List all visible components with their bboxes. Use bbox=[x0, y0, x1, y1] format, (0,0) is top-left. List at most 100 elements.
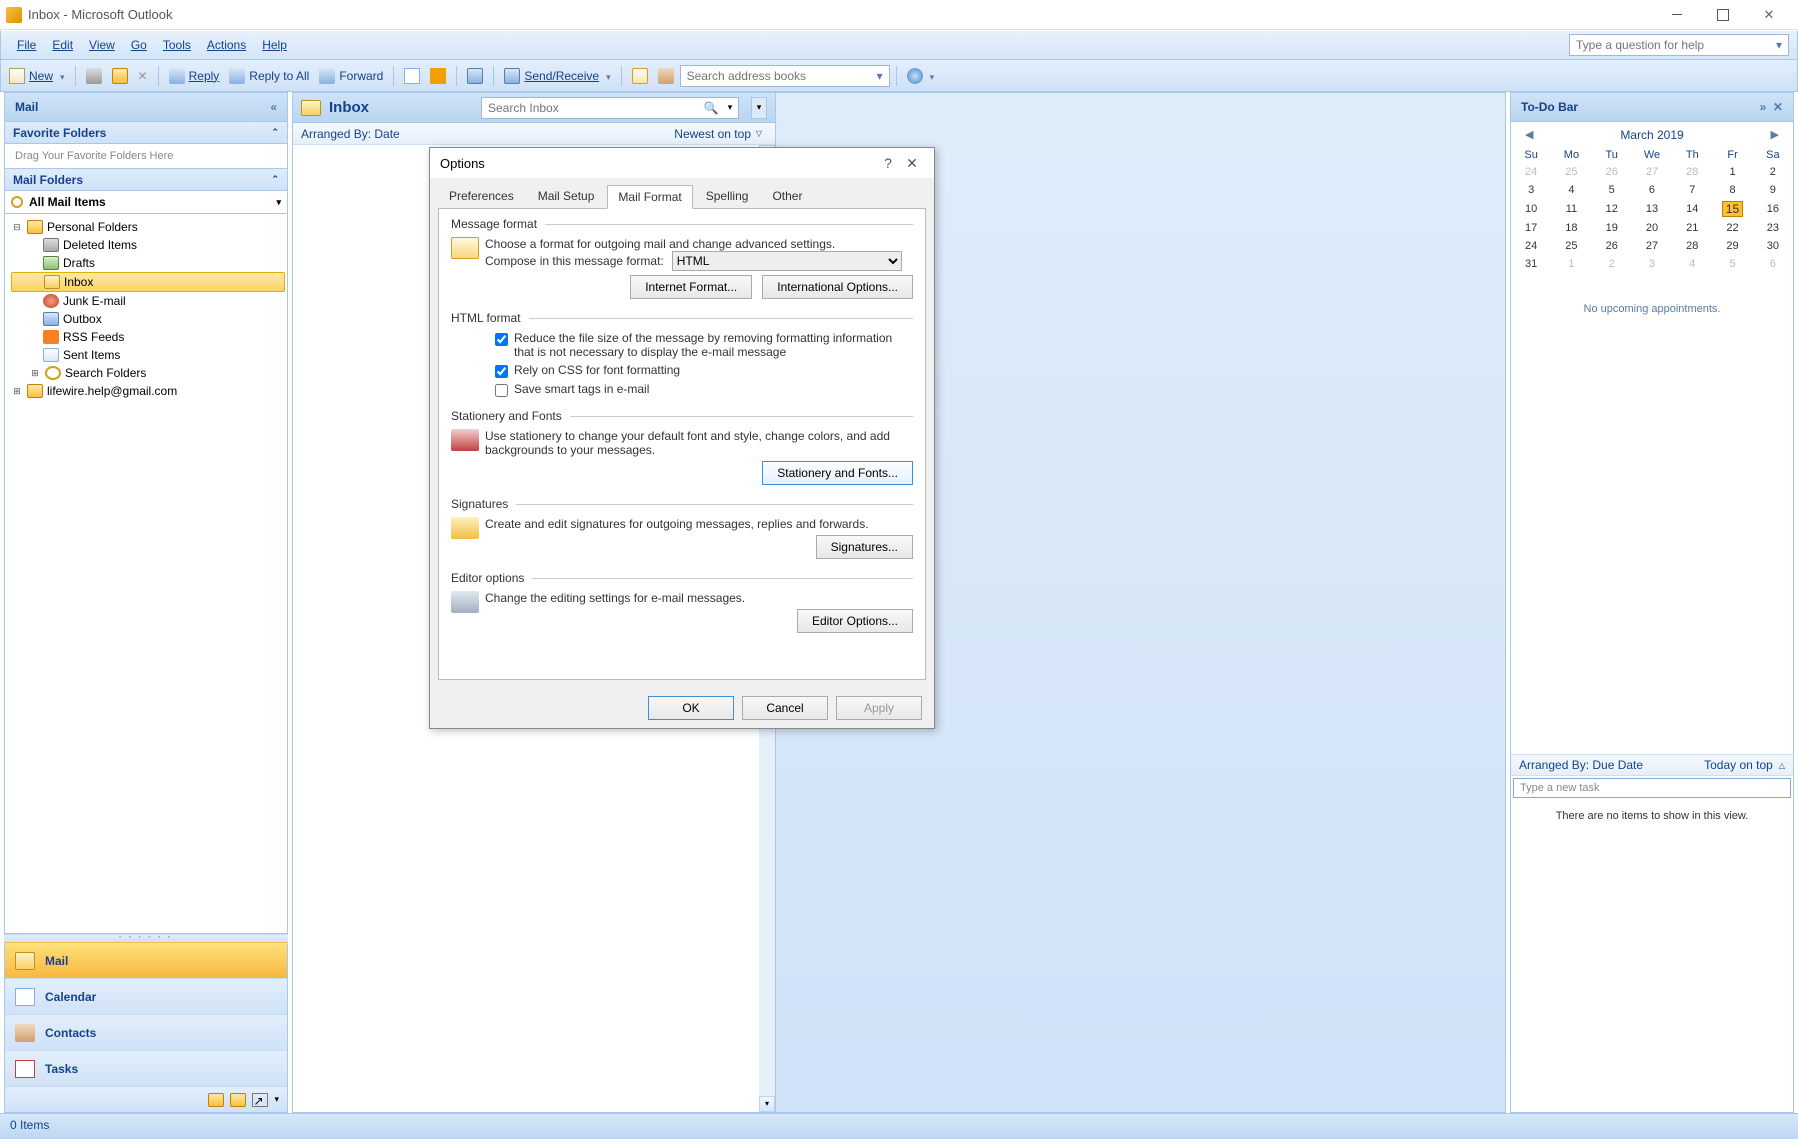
sort-arrow-icon[interactable]: △ bbox=[1779, 761, 1785, 770]
forward-button[interactable]: Forward bbox=[315, 66, 387, 86]
notes-icon[interactable] bbox=[208, 1093, 224, 1107]
tab-mail-setup[interactable]: Mail Setup bbox=[527, 184, 606, 208]
calendar-day[interactable]: 14 bbox=[1672, 199, 1712, 219]
calendar-day[interactable]: 18 bbox=[1551, 219, 1591, 237]
calendar-day[interactable]: 29 bbox=[1712, 237, 1752, 255]
chevron-left-icon[interactable]: « bbox=[270, 100, 277, 114]
dialog-help-icon[interactable]: ? bbox=[876, 155, 900, 171]
calendar-day[interactable]: 17 bbox=[1511, 219, 1551, 237]
task-arrange-bar[interactable]: Arranged By: Due Date Today on top △ bbox=[1511, 754, 1793, 776]
chevron-up-icon[interactable]: ⌃ bbox=[271, 174, 279, 185]
calendar-day[interactable]: 7 bbox=[1672, 181, 1712, 199]
new-button[interactable]: New bbox=[5, 66, 69, 86]
chevron-up-icon[interactable]: ⌃ bbox=[271, 127, 279, 138]
calendar-day[interactable]: 4 bbox=[1551, 181, 1591, 199]
chevron-down-icon[interactable]: ▾ bbox=[722, 102, 738, 113]
calendar-day[interactable]: 5 bbox=[1592, 181, 1632, 199]
tab-preferences[interactable]: Preferences bbox=[438, 184, 525, 208]
nav-mail-button[interactable]: Mail bbox=[5, 942, 287, 978]
calendar-day[interactable]: 3 bbox=[1511, 181, 1551, 199]
calendar-day[interactable]: 23 bbox=[1753, 219, 1793, 237]
scroll-down-icon[interactable]: ▾ bbox=[759, 1096, 775, 1112]
minimize-button[interactable] bbox=[1654, 1, 1700, 29]
nav-calendar-button[interactable]: Calendar bbox=[5, 978, 287, 1014]
calendar-day[interactable]: 2 bbox=[1592, 255, 1632, 273]
calendar-day[interactable]: 27 bbox=[1632, 163, 1672, 181]
smart-tags-checkbox[interactable] bbox=[495, 384, 508, 397]
print-button[interactable] bbox=[82, 66, 106, 86]
address-book-search[interactable]: ▾ bbox=[680, 65, 890, 87]
compose-format-select[interactable]: HTML bbox=[672, 251, 902, 271]
tree-sent[interactable]: Sent Items bbox=[11, 346, 285, 364]
tree-personal-folders[interactable]: ⊟Personal Folders bbox=[11, 218, 285, 236]
calendar-grid[interactable]: SuMoTuWeThFrSa 2425262728123456789101112… bbox=[1511, 147, 1793, 273]
calendar-day[interactable]: 24 bbox=[1511, 237, 1551, 255]
help-search-input[interactable] bbox=[1570, 38, 1770, 52]
calendar-day[interactable]: 26 bbox=[1592, 163, 1632, 181]
inbox-search-input[interactable] bbox=[482, 101, 700, 115]
calendar-day[interactable]: 11 bbox=[1551, 199, 1591, 219]
tree-deleted-items[interactable]: Deleted Items bbox=[11, 236, 285, 254]
sort-order-label[interactable]: Newest on top bbox=[674, 127, 751, 141]
calendar-day[interactable]: 31 bbox=[1511, 255, 1551, 273]
calendar-day[interactable]: 10 bbox=[1511, 199, 1551, 219]
tab-spelling[interactable]: Spelling bbox=[695, 184, 760, 208]
calendar-day[interactable]: 13 bbox=[1632, 199, 1672, 219]
splitter-grip[interactable]: • • • • • • bbox=[4, 934, 288, 942]
menu-file[interactable]: File bbox=[9, 34, 44, 56]
calendar-day[interactable]: 12 bbox=[1592, 199, 1632, 219]
tree-gmail[interactable]: ⊞lifewire.help@gmail.com bbox=[11, 382, 285, 400]
chevron-right-icon[interactable]: » ✕ bbox=[1760, 100, 1783, 114]
calendar-day[interactable]: 2 bbox=[1753, 163, 1793, 181]
prev-month-icon[interactable]: ◀ bbox=[1521, 126, 1537, 143]
address-book-search-input[interactable] bbox=[681, 69, 871, 83]
maximize-button[interactable] bbox=[1700, 1, 1746, 29]
chevron-down-icon[interactable]: ▾ bbox=[871, 69, 889, 83]
move-button[interactable] bbox=[108, 66, 132, 86]
tree-inbox[interactable]: Inbox bbox=[11, 272, 285, 292]
calendar-day[interactable]: 5 bbox=[1712, 255, 1752, 273]
nav-contacts-button[interactable]: Contacts bbox=[5, 1014, 287, 1050]
calendar-day[interactable]: 25 bbox=[1551, 237, 1591, 255]
all-mail-items[interactable]: All Mail Items ▾ bbox=[5, 191, 287, 213]
signatures-button[interactable]: Signatures... bbox=[816, 535, 913, 559]
apply-button[interactable]: Apply bbox=[836, 696, 922, 720]
chevron-down-icon[interactable]: ▾ bbox=[276, 197, 281, 208]
inbox-search[interactable]: 🔍 ▾ bbox=[481, 97, 739, 119]
calendar-day[interactable]: 22 bbox=[1712, 219, 1752, 237]
cancel-button[interactable]: Cancel bbox=[742, 696, 828, 720]
configure-buttons[interactable]: ▾ bbox=[274, 1094, 279, 1105]
followup-button[interactable] bbox=[426, 66, 450, 86]
tree-search-folders[interactable]: ⊞Search Folders bbox=[11, 364, 285, 382]
reply-button[interactable]: Reply bbox=[165, 66, 224, 86]
categorize-button[interactable] bbox=[400, 66, 424, 86]
dialog-title-bar[interactable]: Options ? ✕ bbox=[430, 148, 934, 178]
menu-go[interactable]: Go bbox=[123, 34, 155, 56]
tree-drafts[interactable]: Drafts bbox=[11, 254, 285, 272]
find-button[interactable] bbox=[463, 66, 487, 86]
send-receive-button[interactable]: Send/Receive bbox=[500, 66, 614, 86]
tree-rss[interactable]: RSS Feeds bbox=[11, 328, 285, 346]
calendar-day[interactable]: 27 bbox=[1632, 237, 1672, 255]
calendar-day[interactable]: 20 bbox=[1632, 219, 1672, 237]
calendar-day[interactable]: 15 bbox=[1712, 199, 1752, 219]
folder-list-icon[interactable] bbox=[230, 1093, 246, 1107]
shortcuts-icon[interactable]: ↗ bbox=[252, 1093, 268, 1107]
calendar-day[interactable]: 1 bbox=[1551, 255, 1591, 273]
arranged-by-label[interactable]: Arranged By: Date bbox=[301, 127, 400, 141]
next-month-icon[interactable]: ▶ bbox=[1767, 126, 1783, 143]
reply-all-button[interactable]: Reply to All bbox=[225, 66, 313, 86]
chevron-down-icon[interactable]: ▾ bbox=[1770, 38, 1788, 52]
menu-actions[interactable]: Actions bbox=[199, 34, 254, 56]
calendar-day[interactable]: 1 bbox=[1712, 163, 1752, 181]
calendar-day[interactable]: 6 bbox=[1632, 181, 1672, 199]
calendar-day[interactable]: 30 bbox=[1753, 237, 1793, 255]
favorite-folders-header[interactable]: Favorite Folders ⌃ bbox=[4, 122, 288, 144]
editor-options-button[interactable]: Editor Options... bbox=[797, 609, 913, 633]
help-search[interactable]: ▾ bbox=[1569, 34, 1789, 56]
tree-outbox[interactable]: Outbox bbox=[11, 310, 285, 328]
tree-junk[interactable]: Junk E-mail bbox=[11, 292, 285, 310]
menu-view[interactable]: View bbox=[81, 34, 123, 56]
close-button[interactable] bbox=[1746, 1, 1792, 29]
menu-edit[interactable]: Edit bbox=[44, 34, 81, 56]
